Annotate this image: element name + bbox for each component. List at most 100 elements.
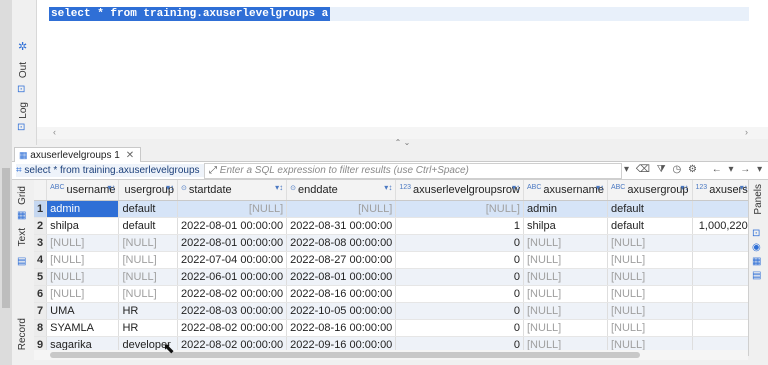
panel-icon-4[interactable]: ▤ [752, 270, 761, 281]
table-cell-axusergroup[interactable]: [NULL] [607, 336, 693, 350]
table-cell-startdate[interactable]: 2022-08-02 00:00:00 [177, 319, 288, 337]
table-cell-row[interactable]: 0 [395, 251, 524, 269]
table-cell-axusers[interactable] [692, 285, 748, 303]
table-cell-axusername[interactable]: [NULL] [523, 319, 608, 337]
filter-icon[interactable]: ⧩ [657, 164, 668, 175]
table-row[interactable]: 3 [NULL] [NULL] 2022-08-01 00:00:00 2022-08-… [34, 234, 748, 252]
table-cell-row[interactable]: 0 [395, 268, 524, 286]
out-tab[interactable]: Out [18, 62, 29, 78]
column-header-7[interactable]: 123 axusers ▾↕ [692, 180, 748, 201]
row-number[interactable]: 4 [34, 251, 48, 269]
left-scroll-thumb[interactable] [2, 168, 10, 308]
table-cell-enddate[interactable]: 2022-08-16 00:00:00 [286, 319, 397, 337]
table-cell-enddate[interactable]: 2022-10-05 00:00:00 [286, 302, 397, 320]
record-tab[interactable]: Record [17, 318, 28, 350]
table-row[interactable]: 4 [NULL] [NULL] 2022-07-04 00:00:00 2022-08-… [34, 251, 748, 269]
table-cell-username[interactable]: [NULL] [46, 268, 120, 286]
table-row[interactable]: 6 [NULL] [NULL] 2022-08-02 00:00:00 2022-08-… [34, 285, 748, 303]
column-header-3[interactable]: ⊙ enddate ▾↕ [286, 180, 397, 201]
panels-tab[interactable]: Panels [753, 184, 764, 215]
log-tab[interactable]: Log [18, 102, 29, 119]
row-number[interactable]: 9 [34, 336, 48, 350]
table-cell-axusergroup[interactable]: [NULL] [607, 319, 693, 337]
table-row[interactable]: 7 UMA HR 2022-08-03 00:00:00 2022-10-05 00:0… [34, 302, 748, 320]
table-cell-axusers[interactable] [692, 319, 748, 337]
table-cell-usergroup[interactable]: [NULL] [118, 285, 178, 303]
table-cell-row[interactable]: 1 [395, 217, 524, 235]
sql-editor[interactable]: select * from training.axuserlevelgroups… [37, 0, 768, 130]
panel-icon-3[interactable]: ▦ [752, 256, 761, 267]
row-number[interactable]: 8 [34, 319, 48, 337]
table-cell-axusers[interactable] [692, 200, 748, 218]
row-number[interactable]: 2 [34, 217, 48, 235]
table-cell-usergroup[interactable]: default [118, 200, 178, 218]
table-cell-username[interactable]: SYAMLA [46, 319, 120, 337]
table-cell-enddate[interactable]: 2022-08-16 00:00:00 [286, 285, 397, 303]
table-cell-axusername[interactable]: [NULL] [523, 336, 608, 350]
table-cell-axusername[interactable]: shilpa [523, 217, 608, 235]
panel-icon-1[interactable]: ⊡ [752, 228, 760, 239]
table-cell-startdate[interactable]: 2022-08-03 00:00:00 [177, 302, 288, 320]
close-icon[interactable]: ✕ [126, 150, 134, 161]
panel-icon-2[interactable]: ◉ [752, 242, 761, 253]
table-cell-username[interactable]: admin [46, 200, 120, 218]
table-cell-usergroup[interactable]: HR [118, 319, 178, 337]
table-cell-row[interactable]: 0 [395, 319, 524, 337]
column-header-5[interactable]: ABC axusername ▾↕ [523, 180, 608, 201]
text-tab[interactable]: Text [17, 228, 28, 246]
table-cell-enddate[interactable]: 2022-08-31 00:00:00 [286, 217, 397, 235]
table-cell-enddate[interactable]: 2022-08-08 00:00:00 [286, 234, 397, 252]
table-cell-axusername[interactable]: [NULL] [523, 268, 608, 286]
table-cell-username[interactable]: UMA [46, 302, 120, 320]
table-row[interactable]: 8 SYAMLA HR 2022-08-02 00:00:00 2022-08-16 0… [34, 319, 748, 337]
nav-back-icon[interactable]: ← [712, 164, 724, 175]
table-cell-row[interactable]: 0 [395, 285, 524, 303]
column-header-6[interactable]: ABC axusergroup ▾↕ [607, 180, 693, 201]
table-cell-row[interactable]: 0 [395, 336, 524, 350]
filter-input[interactable]: ⤢ Enter a SQL expression to filter resul… [204, 163, 622, 179]
table-cell-enddate[interactable]: [NULL] [286, 200, 397, 218]
scroll-right-icon[interactable]: › [745, 127, 748, 137]
nav-forward-icon[interactable]: → [740, 164, 752, 175]
sort-filter-icon[interactable]: ▾↕ [512, 183, 520, 192]
table-row[interactable]: 9 sagarika developer 2022-08-02 00:00:00 202… [34, 336, 748, 350]
left-scroll-strip[interactable] [0, 0, 12, 365]
table-cell-startdate[interactable]: 2022-06-01 00:00:00 [177, 268, 288, 286]
sort-filter-icon[interactable]: ▾↕ [275, 183, 283, 192]
table-cell-axusername[interactable]: [NULL] [523, 302, 608, 320]
table-row[interactable]: 5 [NULL] [NULL] 2022-06-01 00:00:00 2022-08-… [34, 268, 748, 286]
column-header-2[interactable]: ⊙ startdate ▾↕ [177, 180, 288, 201]
table-cell-axusers[interactable] [692, 302, 748, 320]
nav-forward-dropdown-icon[interactable]: ▾ [757, 164, 764, 175]
settings-icon[interactable]: ⚙ [688, 164, 699, 175]
table-cell-row[interactable]: 0 [395, 302, 524, 320]
grid-horizontal-scrollbar[interactable] [34, 350, 748, 360]
table-cell-axusergroup[interactable]: [NULL] [607, 268, 693, 286]
column-header-4[interactable]: 123 axuserlevelgroupsrow ▾↕ [395, 180, 524, 201]
table-cell-startdate[interactable]: 2022-08-01 00:00:00 [177, 217, 288, 235]
table-cell-startdate[interactable]: 2022-08-02 00:00:00 [177, 285, 288, 303]
dropdown-icon[interactable]: ▾ [624, 164, 631, 175]
table-cell-axusers[interactable]: 1,000,220 [692, 217, 748, 235]
table-cell-username[interactable]: [NULL] [46, 285, 120, 303]
grid-tab[interactable]: Grid [17, 186, 28, 205]
scroll-left-icon[interactable]: ‹ [53, 127, 56, 137]
table-cell-axusername[interactable]: [NULL] [523, 251, 608, 269]
table-cell-startdate[interactable]: 2022-08-01 00:00:00 [177, 234, 288, 252]
sql-query-text[interactable]: select * from training.axuserlevelgroups… [49, 7, 331, 21]
row-number[interactable]: 7 [34, 302, 48, 320]
table-cell-username[interactable]: sagarika [46, 336, 120, 350]
table-cell-startdate[interactable]: 2022-08-02 00:00:00 [177, 336, 288, 350]
table-cell-axusers[interactable] [692, 234, 748, 252]
table-row[interactable]: 1 admin default [NULL] [NULL] [NULL] admin defa… [34, 200, 748, 218]
table-cell-usergroup[interactable]: [NULL] [118, 251, 178, 269]
row-number[interactable]: 3 [34, 234, 48, 252]
table-cell-axusers[interactable] [692, 336, 748, 350]
table-cell-usergroup[interactable]: default [118, 217, 178, 235]
table-cell-axusergroup[interactable]: default [607, 200, 693, 218]
table-cell-enddate[interactable]: 2022-08-27 00:00:00 [286, 251, 397, 269]
table-cell-usergroup[interactable]: [NULL] [118, 234, 178, 252]
row-number[interactable]: 5 [34, 268, 48, 286]
table-cell-username[interactable]: [NULL] [46, 234, 120, 252]
table-cell-usergroup[interactable]: HR [118, 302, 178, 320]
